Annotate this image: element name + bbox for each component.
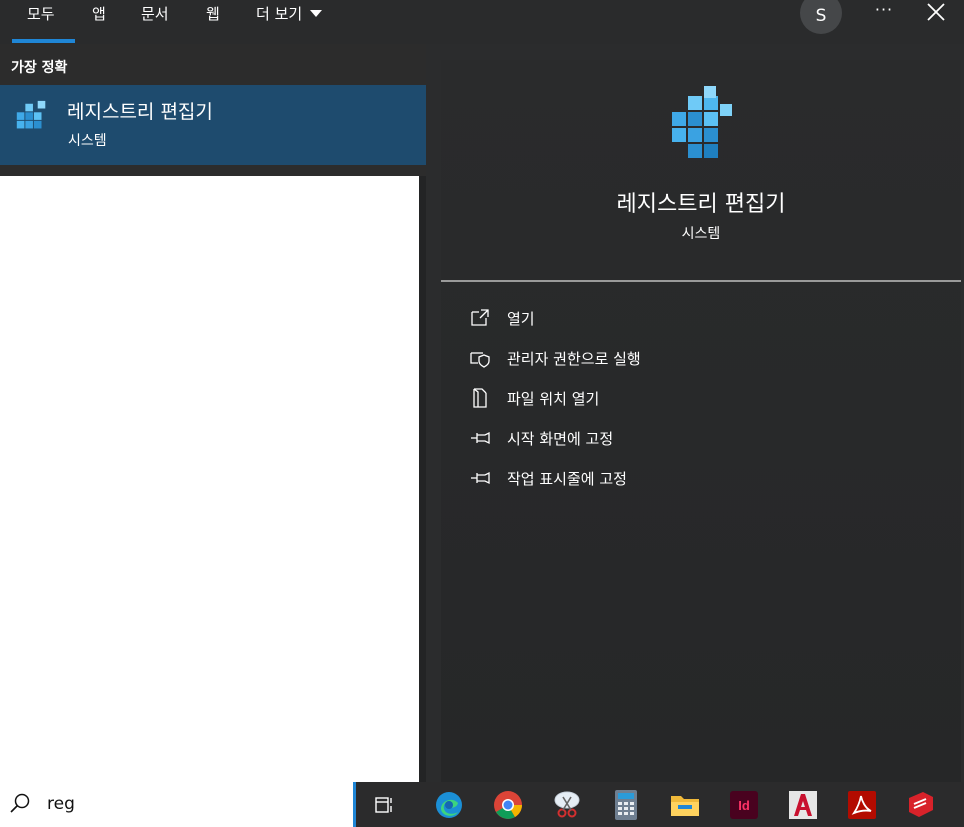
app-detail-card [441,60,961,782]
search-icon [10,793,30,813]
tab-documents[interactable]: 문서 [141,0,169,44]
action-label: 파일 위치 열기 [507,389,600,408]
autocad-icon[interactable] [786,788,820,822]
action-label: 작업 표시줄에 고정 [507,469,627,488]
registry-editor-large-icon [672,86,732,158]
taskbar-search-box[interactable]: reg [0,782,353,827]
registry-editor-icon [16,100,46,129]
tab-more[interactable]: 더 보기 [256,0,323,44]
close-icon [927,3,945,21]
tab-label: 모두 [27,5,55,23]
open-icon [469,307,491,329]
detail-subtitle: 시스템 [681,226,721,242]
indesign-icon[interactable]: Id [727,788,761,822]
action-pin-to-taskbar[interactable]: 작업 표시줄에 고정 [469,465,627,491]
more-icon: ··· [874,0,894,19]
account-avatar[interactable]: S [800,0,842,34]
pin-icon [469,467,491,489]
detail-title: 레지스트리 편집기 [616,192,786,217]
action-open[interactable]: 열기 [469,305,535,331]
tab-web[interactable]: 웹 [206,0,220,44]
action-label: 시작 화면에 고정 [507,429,614,448]
shield-icon [469,347,491,369]
tab-label: 웹 [206,5,220,23]
acrobat-icon[interactable] [845,788,879,822]
divider [441,280,961,282]
best-match-heading: 가장 정확 [11,60,68,76]
task-view-icon[interactable] [368,788,402,822]
svg-text:Id: Id [738,798,750,813]
pane-separator [419,176,426,782]
sketchup-icon[interactable] [904,788,938,822]
tab-apps[interactable]: 앱 [92,0,106,44]
edge-icon[interactable] [432,788,466,822]
action-open-file-location[interactable]: 파일 위치 열기 [469,385,599,411]
chrome-icon[interactable] [491,788,525,822]
action-run-as-admin[interactable]: 관리자 권한으로 실행 [469,345,641,371]
results-empty-area [0,176,419,782]
tab-label: 문서 [141,5,169,23]
avatar-initial: S [815,6,827,26]
file-location-icon [469,387,491,409]
snipping-tool-icon[interactable] [550,788,584,822]
search-tab-bar: 모두 앱 문서 웹 더 보기 S ··· [0,0,964,44]
best-match-result[interactable]: 레지스트리 편집기 시스템 [0,85,426,165]
tab-all[interactable]: 모두 [27,0,55,44]
action-label: 관리자 권한으로 실행 [507,349,641,368]
pin-icon [469,427,491,449]
caret-down-icon [310,10,323,17]
file-explorer-icon[interactable] [668,788,702,822]
result-subtitle: 시스템 [68,133,107,149]
calculator-icon[interactable] [609,788,643,822]
start-search-window: 모두 앱 문서 웹 더 보기 S ··· 가장 정확 레지스트리 편집기 시스템… [0,0,964,827]
close-button[interactable] [924,2,948,24]
search-input[interactable]: reg [47,794,75,814]
result-title: 레지스트리 편집기 [67,101,213,123]
tab-label: 앱 [92,5,106,23]
more-options-button[interactable]: ··· [872,0,896,22]
search-focus-indicator [353,782,356,827]
action-label: 열기 [507,309,535,328]
active-tab-indicator [12,39,75,43]
tab-label: 더 보기 [256,5,303,23]
action-pin-to-start[interactable]: 시작 화면에 고정 [469,425,613,451]
